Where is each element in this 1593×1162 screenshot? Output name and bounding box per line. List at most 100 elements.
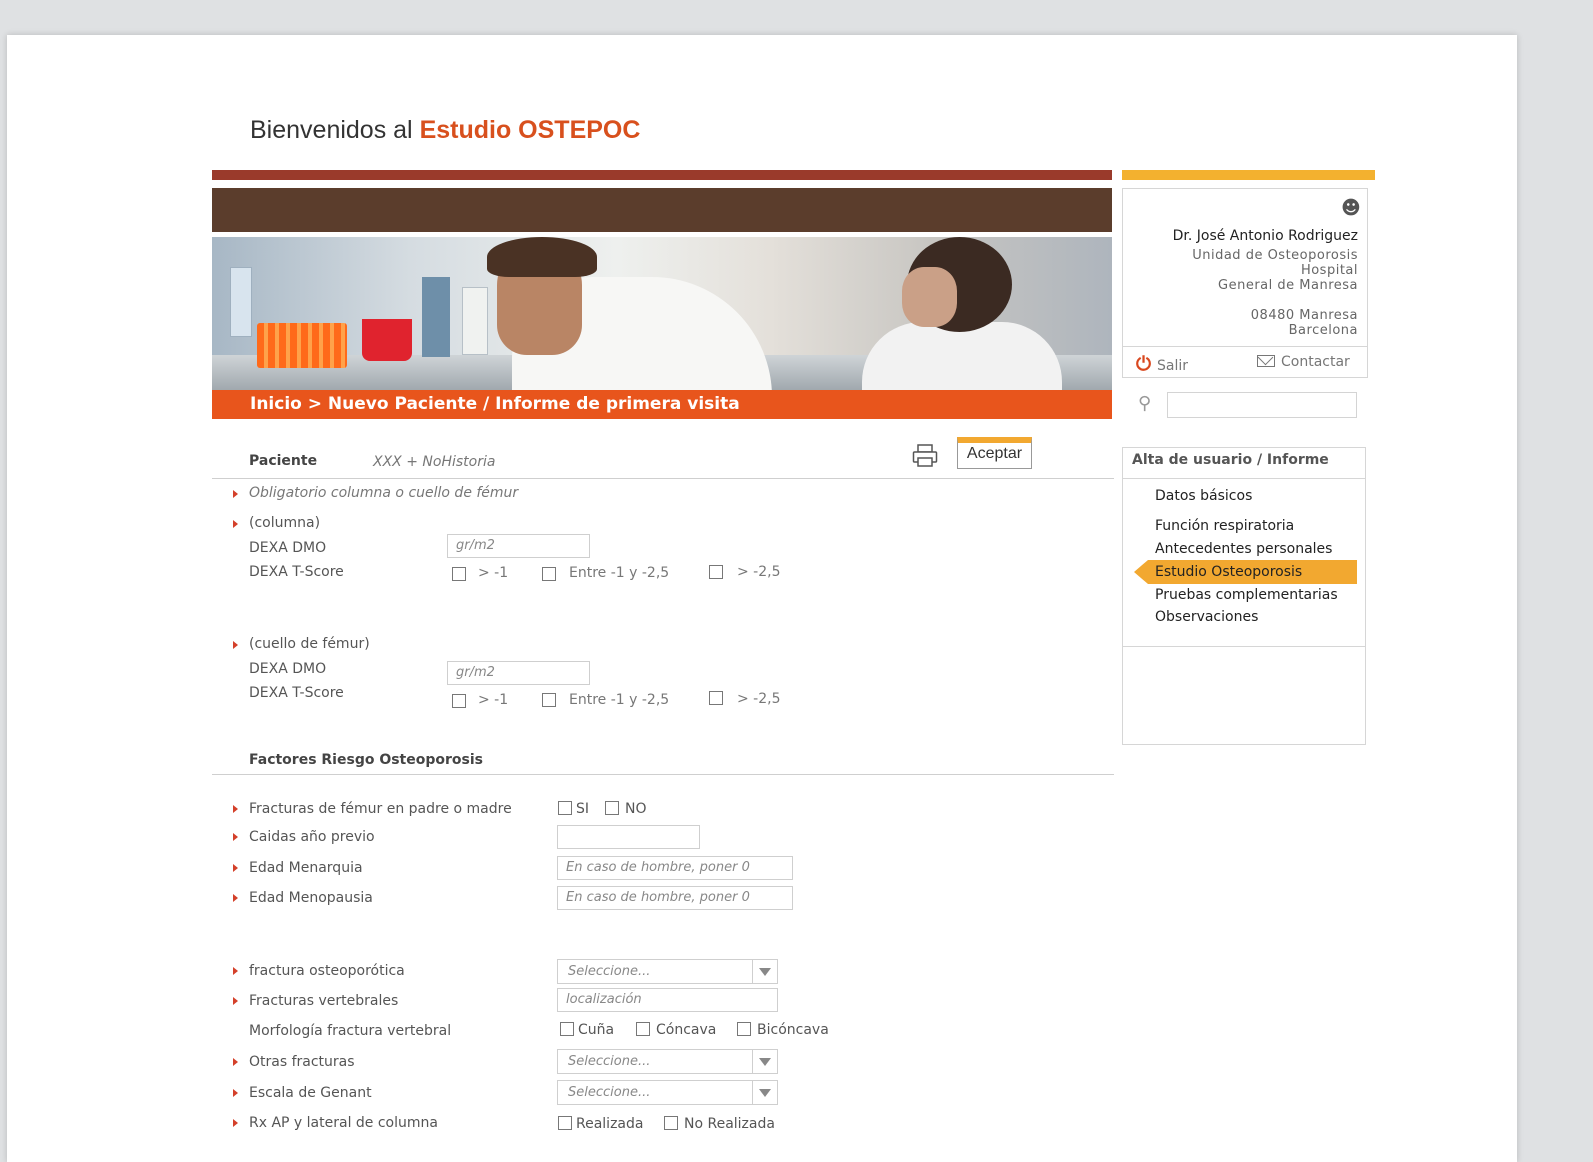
chevron-down-icon — [752, 1050, 777, 1073]
osteo-fracture-select-value: Seleccione... — [568, 964, 651, 979]
logout-link[interactable]: ⏻ Salir — [1136, 353, 1188, 375]
columna-tscore-opt3-label: > -2,5 — [737, 564, 781, 580]
columna-tscore-opt1-checkbox[interactable] — [452, 567, 466, 581]
required-bullet — [233, 805, 238, 813]
nav-bottom-divider — [1122, 646, 1366, 647]
search-icon[interactable]: ⚲ — [1138, 393, 1151, 414]
user-name: Dr. José Antonio Rodriguez — [1172, 228, 1358, 244]
menopause-label: Edad Menopausia — [249, 890, 373, 906]
envelope-icon — [1257, 355, 1275, 367]
columna-tscore-opt3-checkbox[interactable] — [709, 565, 723, 579]
chevron-down-icon — [752, 960, 777, 983]
header-band — [212, 188, 1112, 232]
required-bullet — [233, 490, 238, 498]
parent-fracture-yes-checkbox[interactable] — [558, 801, 572, 815]
print-icon[interactable] — [912, 444, 938, 468]
chevron-down-icon — [752, 1081, 777, 1104]
morph-biconcava-checkbox[interactable] — [737, 1022, 751, 1036]
morph-concava-label: Cóncava — [656, 1022, 717, 1038]
nav-title: Alta de usuario / Informe — [1132, 452, 1329, 468]
patient-label: Paciente — [249, 453, 318, 469]
required-bullet — [233, 1089, 238, 1097]
other-fractures-select[interactable]: Seleccione... — [557, 1049, 778, 1074]
other-fractures-label: Otras fracturas — [249, 1054, 355, 1070]
rx-not-done-label: No Realizada — [684, 1116, 775, 1132]
femur-tscore-opt2-checkbox[interactable] — [542, 693, 556, 707]
columna-tscore-opt1-label: > -1 — [478, 565, 509, 581]
nav-item-datos-basicos[interactable]: Datos básicos — [1155, 488, 1252, 504]
genant-select-value: Seleccione... — [568, 1085, 651, 1100]
contact-link[interactable]: Contactar — [1257, 354, 1350, 370]
morph-concava-checkbox[interactable] — [636, 1022, 650, 1036]
patient-value: XXX + NoHistoria — [373, 454, 496, 470]
osteo-fracture-select[interactable]: Seleccione... — [557, 959, 778, 984]
menarche-input[interactable]: En caso de hombre, poner 0 — [557, 856, 793, 880]
genant-select[interactable]: Seleccione... — [557, 1080, 778, 1105]
rx-done-checkbox[interactable] — [558, 1116, 572, 1130]
femur-tscore-opt1-label: > -1 — [478, 692, 509, 708]
femur-dmo-input[interactable]: gr/m2 — [447, 661, 590, 685]
nav-divider — [1122, 478, 1366, 479]
femur-tscore-opt3-checkbox[interactable] — [709, 691, 723, 705]
required-bullet — [233, 1058, 238, 1066]
page-title: Bienvenidos al Estudio OSTEPOC — [250, 116, 640, 145]
rx-label: Rx AP y lateral de columna — [249, 1115, 438, 1131]
morph-cuna-label: Cuña — [578, 1022, 615, 1038]
required-bullet — [233, 864, 238, 872]
nav-item-antecedentes[interactable]: Antecedentes personales — [1155, 541, 1332, 557]
parent-fracture-label: Fracturas de fémur en padre o madre — [249, 801, 512, 817]
vertebral-label: Fracturas vertebrales — [249, 993, 399, 1009]
nav-item-pruebas[interactable]: Pruebas complementarias — [1155, 587, 1338, 603]
user-icon[interactable]: ☻ — [1341, 197, 1361, 219]
contact-label: Contactar — [1281, 354, 1350, 370]
required-bullet — [233, 1119, 238, 1127]
rx-not-done-checkbox[interactable] — [664, 1116, 678, 1130]
nav-item-funcion-respiratoria[interactable]: Función respiratoria — [1155, 518, 1294, 534]
required-bullet — [233, 520, 238, 528]
welcome-text: Bienvenidos al — [250, 116, 413, 144]
femur-tscore-opt1-checkbox[interactable] — [452, 694, 466, 708]
menopause-input[interactable]: En caso de hombre, poner 0 — [557, 886, 793, 910]
rx-done-label: Realizada — [576, 1116, 644, 1132]
femur-tscore-opt3-label: > -2,5 — [737, 691, 781, 707]
vertebral-location-input[interactable]: localización — [557, 988, 778, 1012]
required-bullet — [233, 997, 238, 1005]
dexa-note: Obligatorio columna o cuello de fémur — [249, 485, 519, 501]
falls-input[interactable] — [557, 825, 700, 849]
user-unit: Unidad de Osteoporosis — [1192, 248, 1358, 263]
risk-divider — [212, 774, 1114, 775]
genant-label: Escala de Genant — [249, 1085, 372, 1101]
columna-dmo-input[interactable]: gr/m2 — [447, 534, 590, 558]
parent-fracture-no-label: NO — [625, 801, 647, 817]
morph-biconcava-label: Bicóncava — [757, 1022, 829, 1038]
columna-dmo-label: DEXA DMO — [249, 540, 327, 556]
columna-tscore-opt2-label: Entre -1 y -2,5 — [569, 565, 670, 581]
morph-cuna-checkbox[interactable] — [560, 1022, 574, 1036]
user-hospital-2: General de Manresa — [1218, 278, 1358, 293]
parent-fracture-yes-label: SI — [576, 801, 590, 817]
power-icon: ⏻ — [1136, 353, 1152, 375]
osteo-fracture-label: fractura osteoporótica — [249, 963, 405, 979]
other-fractures-select-value: Seleccione... — [568, 1054, 651, 1069]
breadcrumb: Inicio > Nuevo Paciente / Informe de pri… — [212, 390, 1112, 419]
required-bullet — [233, 641, 238, 649]
nav-item-observaciones[interactable]: Observaciones — [1155, 609, 1258, 625]
femur-label: (cuello de fémur) — [249, 636, 370, 652]
columna-label: (columna) — [249, 515, 321, 531]
brand-name: Estudio OSTEPOC — [419, 116, 641, 144]
columna-tscore-opt2-checkbox[interactable] — [542, 567, 556, 581]
search-input[interactable] — [1167, 392, 1357, 418]
user-postal: 08480 Manresa — [1250, 308, 1358, 323]
femur-tscore-opt2-label: Entre -1 y -2,5 — [569, 692, 670, 708]
nav-item-estudio-osteoporosis[interactable]: Estudio Osteoporosis — [1155, 564, 1302, 580]
user-panel-divider — [1122, 346, 1368, 347]
banner-image — [212, 237, 1112, 390]
user-city: Barcelona — [1288, 323, 1358, 338]
accept-button[interactable]: Aceptar — [957, 437, 1032, 469]
required-bullet — [233, 833, 238, 841]
parent-fracture-no-checkbox[interactable] — [605, 801, 619, 815]
falls-label: Caidas año previo — [249, 829, 375, 845]
sidebar-accent-bar — [1122, 170, 1375, 180]
user-hospital-1: Hospital — [1300, 263, 1358, 278]
patient-divider — [212, 478, 1114, 479]
